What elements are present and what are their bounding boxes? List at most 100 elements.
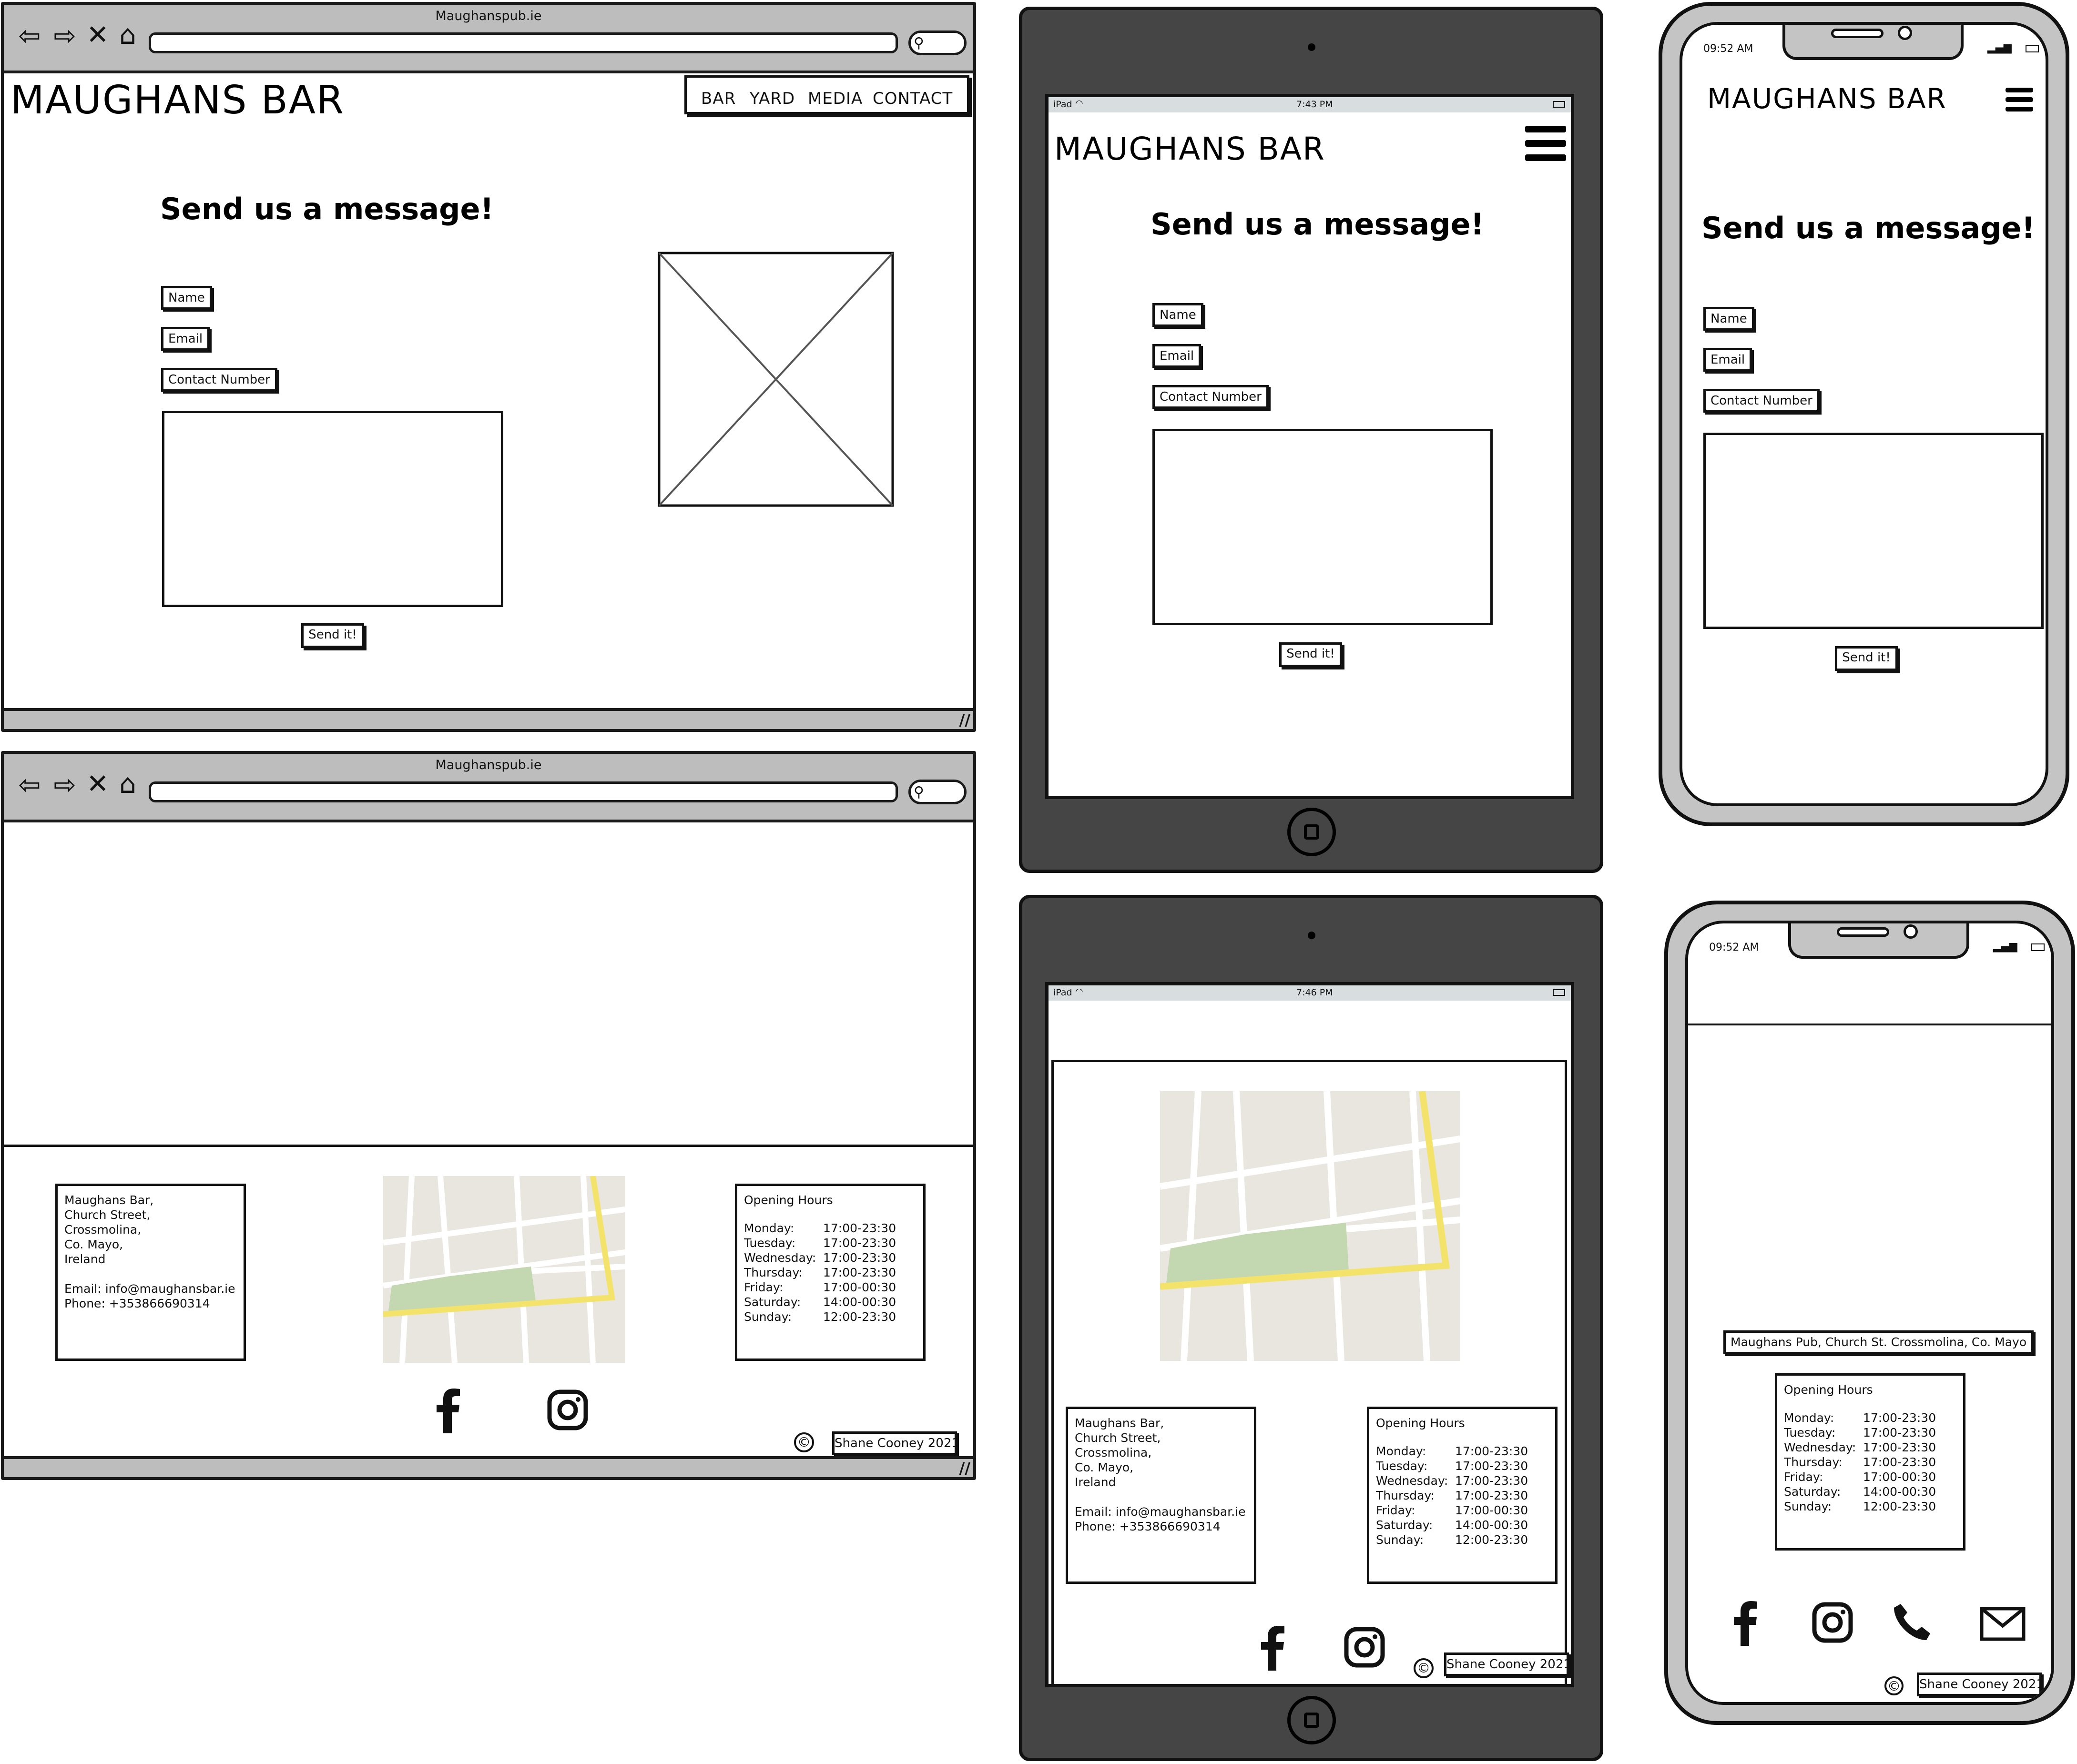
map-icon[interactable] [1160, 1091, 1460, 1361]
opening-hours-title: Opening Hours [1376, 1416, 1465, 1430]
browser-toolbar: Maughanspub.ie ⇦ ⇨ ✕ ⌂ ⚲ [4, 5, 973, 73]
phone-icon[interactable] [1892, 1602, 1932, 1642]
home-button-icon[interactable] [1287, 1696, 1336, 1744]
send-button[interactable]: Send it! [1279, 642, 1342, 667]
back-arrow-icon[interactable]: ⇦ [14, 23, 45, 50]
copyright-symbol: © [1884, 1676, 1904, 1695]
form-heading: Send us a message! [1150, 207, 1484, 242]
send-button[interactable]: Send it! [301, 623, 364, 648]
instagram-icon[interactable] [1812, 1602, 1853, 1643]
email-field[interactable]: Email [1703, 348, 1752, 372]
home-icon[interactable]: ⌂ [112, 771, 143, 798]
nav-item-yard[interactable]: YARD [750, 89, 795, 108]
resize-grip-icon[interactable]: ∕∕ [959, 1459, 970, 1477]
ios-status-bar: iPad ◠ 7:46 PM [1049, 985, 1571, 1001]
hours-row: Friday: 17:00-00:30 [1376, 1503, 1548, 1518]
hours-time: 17:00-23:30 [823, 1251, 896, 1265]
hours-day: Thursday: [1784, 1455, 1843, 1469]
facebook-icon[interactable] [1734, 1600, 1758, 1646]
message-textarea[interactable] [1152, 429, 1493, 625]
email-field[interactable]: Email [161, 327, 210, 351]
site-logo[interactable]: MAUGHANS BAR [1707, 85, 1947, 112]
url-bar[interactable] [149, 781, 898, 802]
tablet-camera [1308, 43, 1315, 51]
back-arrow-icon[interactable]: ⇦ [14, 772, 45, 799]
hours-day: Wednesday: [744, 1251, 816, 1265]
hours-row: Tuesday: 17:00-23:30 [1784, 1425, 1956, 1440]
hours-day: Saturday: [1784, 1485, 1841, 1499]
hamburger-menu-icon[interactable] [1525, 126, 1566, 162]
address-box: Maughans Bar, Church Street, Crossmolina… [1066, 1407, 1256, 1584]
hours-row: Thursday: 17:00-23:30 [1784, 1455, 1956, 1470]
search-field[interactable]: ⚲ [908, 30, 967, 55]
site-logo[interactable]: MAUGHANS BAR [10, 81, 345, 120]
hours-day: Monday: [1784, 1411, 1834, 1425]
hours-row: Tuesday: 17:00-23:30 [1376, 1459, 1548, 1473]
tablet-camera [1308, 932, 1315, 939]
hours-day: Thursday: [1376, 1489, 1435, 1502]
opening-hours-box: Opening Hours Monday: 17:00-23:30 Tuesday… [1775, 1373, 1965, 1551]
forward-arrow-icon[interactable]: ⇨ [50, 772, 80, 799]
facebook-icon[interactable] [437, 1388, 460, 1433]
contact-number-field[interactable]: Contact Number [1152, 385, 1269, 409]
site-logo[interactable]: MAUGHANS BAR [1054, 133, 1325, 165]
send-button[interactable]: Send it! [1835, 646, 1898, 671]
hours-time: 17:00-23:30 [1455, 1474, 1528, 1488]
status-time: 7:43 PM [1296, 99, 1333, 110]
forward-arrow-icon[interactable]: ⇨ [50, 23, 80, 50]
close-icon[interactable]: ✕ [86, 771, 110, 798]
home-icon[interactable]: ⌂ [112, 22, 143, 49]
browser-toolbar: Maughanspub.ie ⇦ ⇨ ✕ ⌂ ⚲ [4, 754, 973, 822]
copyright-text: Shane Cooney 2021 [832, 1431, 959, 1455]
image-placeholder-icon [658, 252, 894, 507]
battery-icon [2026, 45, 2039, 52]
hamburger-menu-icon[interactable] [2006, 88, 2033, 112]
name-field[interactable]: Name [1152, 303, 1203, 327]
status-time: 7:46 PM [1296, 987, 1333, 998]
name-field[interactable]: Name [161, 286, 212, 310]
footer-divider [4, 1145, 973, 1147]
hours-day: Tuesday: [1376, 1459, 1428, 1473]
opening-hours-title: Opening Hours [1784, 1383, 1873, 1397]
desktop-footer-wireframe: Maughanspub.ie ⇦ ⇨ ✕ ⌂ ⚲ Maughans Bar, C… [1, 751, 976, 1480]
home-button-icon[interactable] [1287, 808, 1336, 856]
close-icon[interactable]: ✕ [86, 22, 110, 49]
opening-hours-box: Opening Hours Monday: 17:00-23:30 Tuesday… [1367, 1407, 1558, 1584]
tablet-screen: iPad ◠ 7:43 PM MAUGHANS BAR Send us a me… [1045, 94, 1574, 799]
contact-number-field[interactable]: Contact Number [161, 368, 277, 392]
hours-time: 17:00-00:30 [823, 1280, 896, 1294]
hours-day: Friday: [1376, 1503, 1415, 1517]
url-bar[interactable] [149, 32, 898, 53]
hours-time: 14:00-00:30 [1455, 1518, 1528, 1532]
status-time: 09:52 AM [1709, 942, 1759, 953]
contact-number-field[interactable]: Contact Number [1703, 389, 1820, 413]
resize-grip-icon[interactable]: ∕∕ [959, 711, 970, 729]
hours-row: Wednesday: 17:00-23:30 [1376, 1473, 1548, 1488]
address-line: Maughans Pub, Church St. Crossmolina, Co… [1723, 1330, 2034, 1354]
mail-icon[interactable] [1980, 1607, 2026, 1641]
copyright-text: Shane Cooney 2021 [1917, 1673, 2044, 1696]
nav-item-media[interactable]: MEDIA [808, 89, 863, 108]
search-field[interactable]: ⚲ [908, 780, 967, 804]
hours-day: Monday: [744, 1221, 794, 1235]
hours-time: 17:00-23:30 [823, 1266, 896, 1279]
message-textarea[interactable] [162, 411, 503, 607]
map-icon[interactable] [383, 1176, 625, 1363]
nav-item-contact[interactable]: CONTACT [873, 89, 953, 108]
hours-row: Friday: 17:00-00:30 [1784, 1470, 1956, 1484]
hours-time: 12:00-23:30 [1863, 1500, 1936, 1513]
hours-row: Wednesday: 17:00-23:30 [1784, 1440, 1956, 1455]
facebook-icon[interactable] [1261, 1625, 1285, 1671]
instagram-icon[interactable] [547, 1389, 588, 1430]
copyright-symbol: © [794, 1432, 814, 1452]
message-textarea[interactable] [1703, 433, 2044, 629]
carrier-label: iPad [1053, 99, 1072, 110]
email-field[interactable]: Email [1152, 344, 1201, 368]
hours-day: Wednesday: [1376, 1474, 1448, 1488]
hours-day: Monday: [1376, 1444, 1426, 1458]
instagram-icon[interactable] [1344, 1627, 1385, 1668]
search-icon: ⚲ [914, 784, 924, 801]
nav-item-bar[interactable]: BAR [701, 89, 736, 108]
name-field[interactable]: Name [1703, 307, 1754, 331]
hours-row: Friday: 17:00-00:30 [744, 1280, 916, 1295]
